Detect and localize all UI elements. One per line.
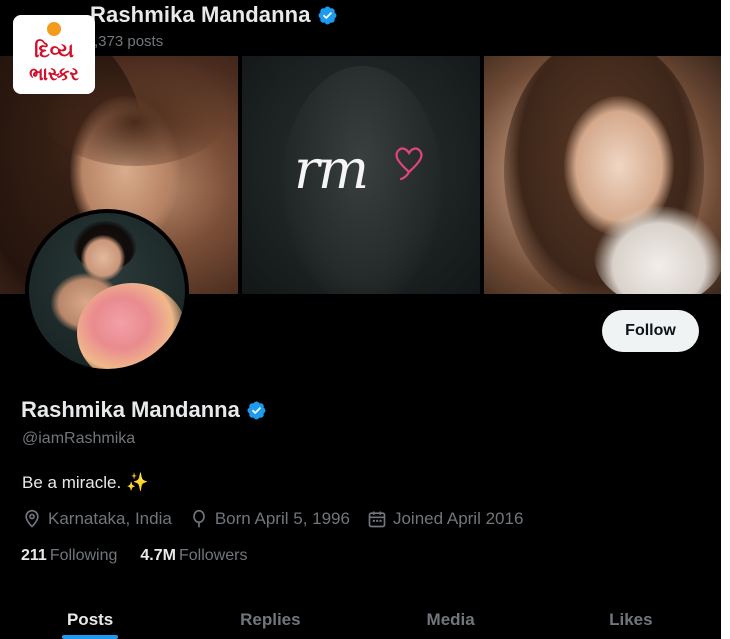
- posts-count: ,373 posts: [94, 33, 164, 50]
- follow-button[interactable]: Follow: [602, 310, 699, 352]
- calendar-icon: [368, 511, 386, 528]
- joined-text: Joined April 2016: [392, 509, 524, 528]
- birthday-text: Born April 5, 1996: [214, 509, 350, 528]
- verified-badge-icon: [318, 6, 337, 24]
- divya-bhaskar-logo: દિવ્ય ભાસ્કર: [13, 15, 95, 94]
- bio: Be a miracle. ✨: [22, 472, 149, 493]
- profile-tabs: Posts Replies Media Likes: [0, 598, 721, 639]
- location-item: Karnataka, India: [22, 509, 172, 529]
- followers-link[interactable]: 4.7M Followers: [140, 547, 247, 565]
- tab-posts[interactable]: Posts: [0, 598, 180, 639]
- tab-label: Replies: [240, 610, 301, 629]
- location-pin-icon: [25, 509, 39, 528]
- display-name: Rashmika Mandanna: [21, 397, 240, 422]
- avatar-photo: [29, 213, 185, 369]
- tab-label: Posts: [66, 610, 114, 629]
- profile-page: Rashmika Mandanna ,373 posts rm દિવ્ય ભા…: [0, 0, 721, 639]
- following-count: 211: [21, 547, 47, 564]
- verified-badge-icon[interactable]: [246, 400, 267, 421]
- bio-text: Be a miracle.: [22, 472, 122, 492]
- balloon-icon: [192, 509, 205, 528]
- tab-label: Likes: [609, 610, 653, 629]
- tab-media[interactable]: Media: [361, 598, 541, 639]
- profile-meta: Karnataka, India Born April 5, 1996 Join…: [22, 509, 540, 529]
- follow-stats: 211 Following 4.7M Followers: [21, 547, 270, 565]
- header-name-row: Rashmika Mandanna: [90, 2, 338, 28]
- banner-photo-right: [484, 56, 721, 294]
- followers-count: 4.7M: [140, 547, 176, 564]
- top-header: Rashmika Mandanna ,373 posts: [0, 0, 721, 56]
- following-label: Following: [49, 547, 118, 564]
- sparkles-emoji: ✨: [126, 472, 149, 492]
- location-text: Karnataka, India: [48, 509, 172, 528]
- header-name: Rashmika Mandanna: [90, 2, 311, 27]
- tab-likes[interactable]: Likes: [541, 598, 721, 639]
- heart-icon: [395, 147, 423, 180]
- user-handle: @iamRashmika: [22, 430, 136, 447]
- banner-monogram-panel: rm: [242, 56, 480, 294]
- logo-line-1: દિવ્ય: [34, 40, 74, 62]
- active-tab-indicator: [62, 635, 119, 639]
- birthday-item: Born April 5, 1996: [189, 509, 350, 529]
- display-name-row: Rashmika Mandanna: [21, 397, 267, 423]
- tab-label: Media: [426, 610, 475, 629]
- logo-line-2: ભાસ્કર: [29, 64, 79, 84]
- joined-item: Joined April 2016: [367, 509, 523, 529]
- sun-icon: [47, 22, 61, 36]
- followers-label: Followers: [178, 547, 248, 564]
- tab-replies[interactable]: Replies: [180, 598, 360, 639]
- following-link[interactable]: 211 Following: [21, 547, 117, 565]
- profile-avatar[interactable]: [25, 209, 189, 373]
- banner-monogram: rm: [294, 138, 369, 201]
